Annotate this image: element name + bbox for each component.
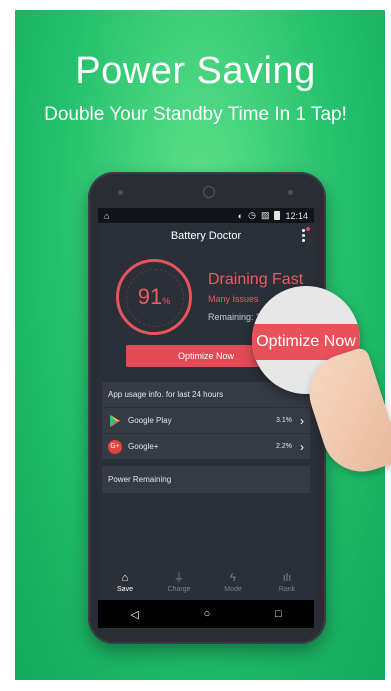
battery-icon <box>274 211 281 220</box>
system-navigation-bar: ◁ ○ □ <box>98 600 314 628</box>
recents-icon[interactable]: □ <box>275 608 282 620</box>
usage-row-google-plus[interactable]: G+ Google+ 2.2% › <box>102 434 310 460</box>
alarm-icon: ◷ <box>248 210 256 220</box>
phone-screen: ⌂ ◐ ◷ ▨ 12:14 Battery Doctor 91% Drainin… <box>98 208 314 628</box>
app-header: Battery Doctor <box>98 223 314 249</box>
nav-mode[interactable]: ϟ Mode <box>206 566 260 600</box>
nav-label: Mode <box>224 586 242 593</box>
more-menu-icon[interactable] <box>302 227 310 242</box>
plug-icon: ⏚ <box>173 572 185 584</box>
bottom-navigation: ⌂ Save ⏚ Charge ϟ Mode ılı Rank <box>98 566 314 600</box>
nav-save[interactable]: ⌂ Save <box>98 566 152 600</box>
chevron-right-icon: › <box>300 439 304 454</box>
status-time: 12:14 <box>285 210 308 221</box>
bar-chart-icon: ılı <box>282 572 292 584</box>
home-icon: ⌂ <box>121 572 129 584</box>
usage-row-google-play[interactable]: Google Play 3.1% › <box>102 408 310 434</box>
battery-percent-unit: % <box>162 296 171 306</box>
usage-app-name: Google Play <box>128 416 172 425</box>
usage-app-name: Google+ <box>128 442 159 451</box>
nav-label: Charge <box>167 586 191 593</box>
battery-gauge: 91% <box>116 259 192 335</box>
google-plus-icon: G+ <box>108 439 122 454</box>
chevron-right-icon: › <box>300 413 304 428</box>
nav-label: Save <box>117 586 133 593</box>
nav-rank[interactable]: ılı Rank <box>260 566 314 600</box>
phone-frame: ⌂ ◐ ◷ ▨ 12:14 Battery Doctor 91% Drainin… <box>88 172 326 644</box>
bolt-icon: ϟ <box>230 572 236 584</box>
drain-status-subtitle: Many Issues <box>208 294 259 304</box>
power-remaining-section[interactable]: Power Remaining <box>102 466 310 493</box>
nav-charge[interactable]: ⏚ Charge <box>152 566 206 600</box>
promo-subtitle: Double Your Standby Time In 1 Tap! <box>44 104 347 125</box>
back-icon[interactable]: ◁ <box>130 608 138 621</box>
battery-percent: 91% <box>119 284 189 310</box>
battery-percent-value: 91 <box>137 284 163 309</box>
sensor-dot <box>118 190 123 195</box>
no-sim-icon: ▨ <box>260 210 270 220</box>
drain-status-title: Draining Fast <box>208 271 304 288</box>
promo-title: Power Saving <box>75 50 316 92</box>
sensor-dot <box>288 190 293 195</box>
nav-label: Rank <box>278 586 296 593</box>
notification-icon: ⌂ <box>104 210 110 221</box>
google-play-icon <box>110 414 120 427</box>
app-title: Battery Doctor <box>170 230 242 242</box>
usage-percent: 3.1% <box>276 417 292 424</box>
notification-dot <box>306 227 310 231</box>
usage-percent: 2.2% <box>276 443 292 450</box>
front-camera <box>203 186 215 198</box>
signal-icon: ◐ <box>237 210 244 221</box>
home-button-icon[interactable]: ○ <box>204 608 211 620</box>
app-usage-card: App usage info. for last 24 hours Google… <box>102 382 310 460</box>
status-bar: ⌂ ◐ ◷ ▨ 12:14 <box>98 208 314 223</box>
